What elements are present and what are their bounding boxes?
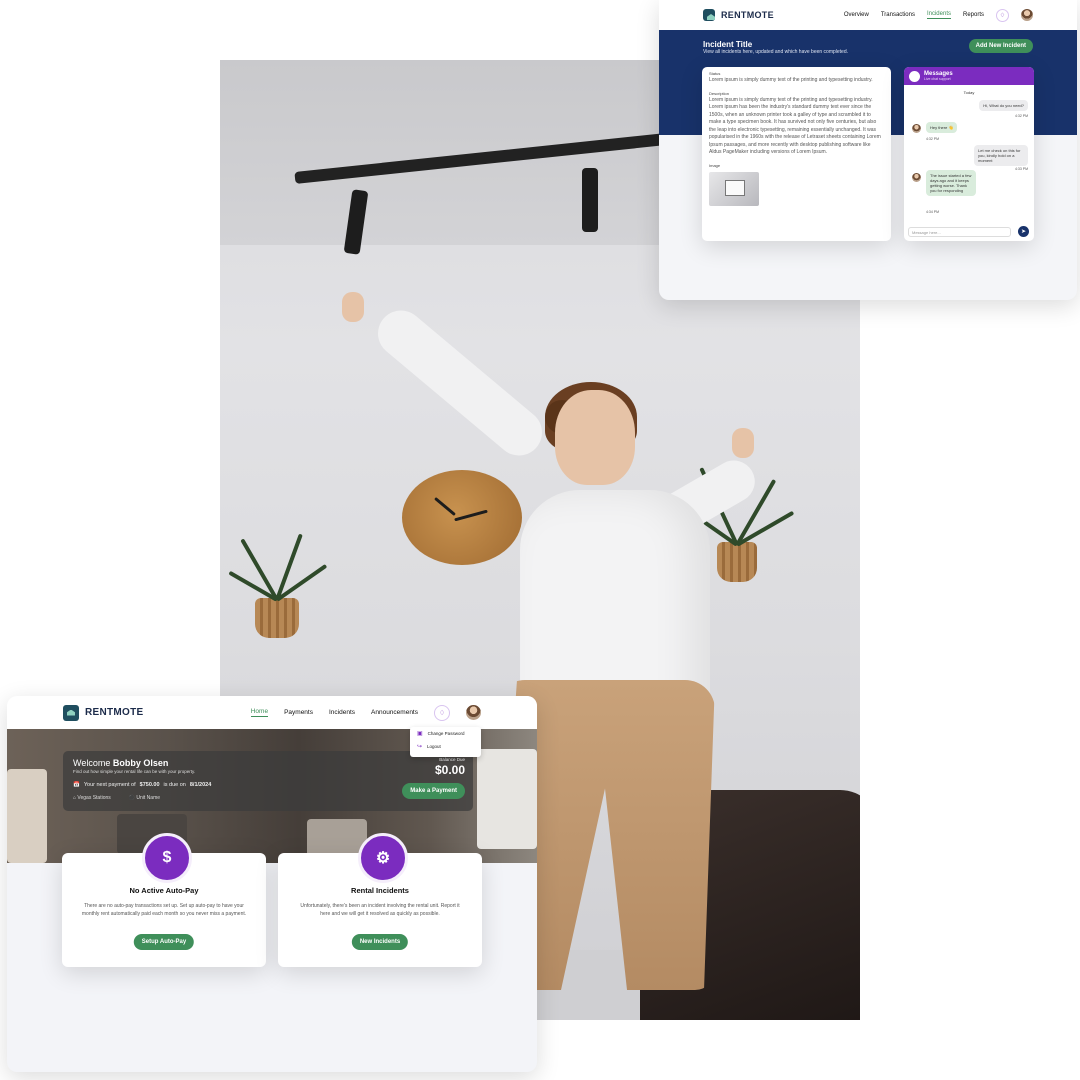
- top-nav: RENTMOTE Home Payments Incidents Announc…: [7, 696, 537, 729]
- calendar-icon: 📅: [73, 782, 80, 788]
- notification-bell-icon[interactable]: ♢: [434, 704, 450, 721]
- send-icon[interactable]: ➤: [1018, 226, 1029, 237]
- wall-plant-pot: [717, 542, 757, 582]
- make-payment-button[interactable]: Make a Payment: [402, 783, 465, 799]
- incidents-text: Unfortunately, there's been an incident …: [300, 903, 460, 917]
- chat-time: 4:32 PM: [1014, 114, 1028, 118]
- profile-dropdown: ▣ Change Password ↪ Logout: [410, 727, 481, 757]
- status-text: Lorem ipsum is simply dummy text of the …: [709, 77, 873, 83]
- support-avatar: [912, 173, 921, 182]
- status-label: Status: [709, 71, 721, 76]
- setup-autopay-button[interactable]: Setup Auto-Pay: [133, 934, 195, 950]
- nav-payments[interactable]: Payments: [284, 709, 313, 716]
- autopay-text: There are no auto-pay transactions set u…: [81, 903, 247, 917]
- incident-window: RENTMOTE Overview Transactions Incidents…: [659, 0, 1077, 300]
- nav-transactions[interactable]: Transactions: [881, 12, 915, 18]
- unit-name: ⚫ Unit Name: [128, 795, 161, 801]
- logout-icon: ↪: [417, 744, 423, 750]
- welcome-subtext: Find out how simple your rental life can…: [73, 769, 196, 774]
- next-payment-date: 8/1/2024: [189, 782, 212, 788]
- chat-message-in: Hey there 👋: [926, 122, 958, 133]
- welcome-panel: Welcome Bobby Olsen Find out how simple …: [63, 751, 473, 811]
- nav-incidents[interactable]: Incidents: [329, 709, 355, 716]
- incident-subtitle: View all incidents here, updated and whi…: [703, 49, 849, 55]
- messages-header: Messages Live chat support: [904, 67, 1034, 85]
- brand-logo[interactable]: RENTMOTE: [703, 9, 774, 21]
- chat-time: 4:33 PM: [1014, 167, 1028, 171]
- incident-image-thumbnail[interactable]: [709, 171, 759, 206]
- logout-item[interactable]: ↪ Logout: [410, 740, 481, 753]
- wall-clock: [402, 470, 522, 565]
- user-avatar[interactable]: [466, 705, 481, 720]
- dancer-face: [555, 390, 635, 485]
- nav-overview[interactable]: Overview: [844, 12, 869, 18]
- image-label: Image: [709, 162, 721, 168]
- left-arm: [368, 301, 552, 465]
- house-logo-icon: [63, 704, 79, 721]
- support-avatar: [912, 124, 921, 133]
- dollar-refresh-icon: $: [142, 833, 192, 883]
- user-avatar[interactable]: [1021, 9, 1033, 21]
- notification-bell-icon[interactable]: ♢: [996, 8, 1009, 22]
- chat-time: 4:32 PM: [926, 137, 940, 141]
- balance-label: Balance Due: [439, 757, 465, 762]
- chat-message-in: The issue started a few days ago and it …: [926, 170, 976, 196]
- incident-detail-card: Status Lorem ipsum is simply dummy text …: [702, 67, 891, 241]
- wrench-gear-icon: ⚙: [358, 833, 408, 883]
- incident-title: Incident Title: [703, 40, 753, 49]
- house-logo-icon: [703, 9, 715, 21]
- chat-message-out: Hi, What do you need?: [979, 100, 1028, 111]
- lock-icon: ▣: [417, 731, 423, 737]
- nav-incidents[interactable]: Incidents: [926, 11, 951, 19]
- chat-bubble-icon: [909, 70, 920, 82]
- incidents-title: Rental Incidents: [351, 886, 409, 895]
- balance-value: $0.00: [434, 763, 465, 777]
- brand-logo[interactable]: RENTMOTE: [63, 704, 144, 721]
- change-password-item[interactable]: ▣ Change Password: [410, 727, 481, 740]
- next-payment-line: 📅 Your next payment of $750.00 is due on…: [73, 782, 212, 788]
- incidents-card: ⚙ Rental Incidents Unfortunately, there'…: [278, 833, 482, 967]
- add-incident-button[interactable]: Add New Incident: [968, 39, 1033, 53]
- nav-reports[interactable]: Reports: [963, 12, 984, 18]
- property-name: ⌂ Vegas Stations: [73, 795, 111, 801]
- description-text: Lorem ipsum is simply dummy text of the …: [709, 96, 881, 156]
- next-payment-amount: $750.00: [139, 782, 160, 788]
- right-hand: [732, 428, 754, 458]
- top-nav: RENTMOTE Overview Transactions Incidents…: [659, 0, 1077, 30]
- autopay-title: No Active Auto-Pay: [129, 886, 199, 895]
- property-meta: ⌂ Vegas Stations ⚫ Unit Name: [73, 795, 160, 801]
- left-hand: [342, 292, 364, 322]
- messages-panel: Messages Live chat support Today Hi, Wha…: [904, 67, 1034, 241]
- nav-announcements[interactable]: Announcements: [371, 709, 418, 716]
- dashboard-window: RENTMOTE Home Payments Incidents Announc…: [7, 696, 537, 1072]
- description-label: Description: [709, 90, 730, 96]
- chat-day-separator: Today: [963, 90, 975, 95]
- user-name: Bobby Olsen: [112, 758, 169, 768]
- autopay-card: $ No Active Auto-Pay There are no auto-p…: [62, 833, 266, 967]
- spotlight: [582, 168, 598, 232]
- messages-subtitle: Live chat support: [924, 77, 951, 81]
- chat-time: 4:34 PM: [926, 210, 940, 214]
- welcome-heading: Welcome Bobby Olsen: [73, 758, 169, 768]
- nav-home[interactable]: Home: [250, 708, 269, 717]
- hanging-plant-pot: [255, 598, 299, 638]
- new-incidents-button[interactable]: New Incidents: [351, 934, 409, 950]
- chat-message-out: Let me check on this for you, kindly hol…: [974, 145, 1028, 166]
- message-input[interactable]: Message here...: [908, 227, 1011, 237]
